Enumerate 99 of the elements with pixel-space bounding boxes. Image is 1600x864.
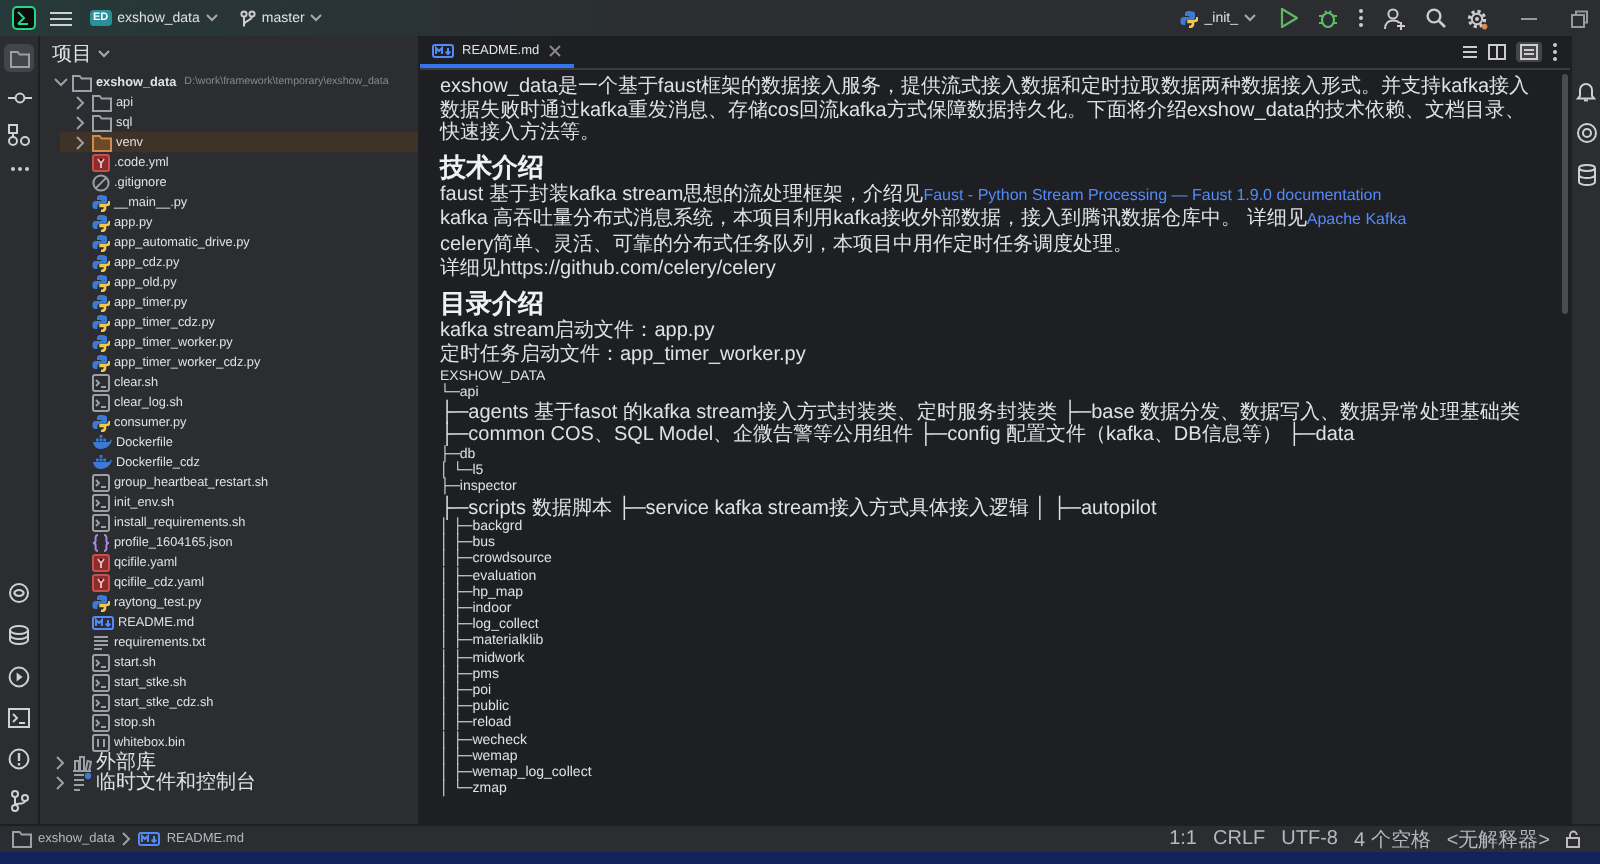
- shell-file-icon: [92, 693, 110, 711]
- expand-icon[interactable]: [54, 755, 66, 769]
- layers-icon[interactable]: [8, 624, 30, 646]
- menu-icon[interactable]: [50, 9, 72, 27]
- link[interactable]: Faust - Python Stream Processing — Faust 1.9.0 documentation: [923, 185, 1382, 203]
- python-file-icon: [92, 313, 110, 331]
- shell-file-icon: [92, 653, 110, 671]
- docker-file-icon: [92, 434, 112, 450]
- interpreter-setting[interactable]: <无解释器>: [1446, 825, 1550, 853]
- tree-line: ├─scripts 数据脚本 ├─service kafka stream接入方式具体接入逻辑 │ ├─autopilot: [440, 497, 1159, 520]
- library-icon: [72, 753, 92, 771]
- file-name[interactable]: 临时文件和控制台: [96, 768, 256, 796]
- debug-icon[interactable]: [1318, 8, 1338, 28]
- caret-icon: [205, 14, 218, 22]
- paragraph: faust 基于封装kafka stream思想的流处理框架，介绍见Faust - Python Stream Processing — Faust 1.9.0 documentation: [440, 183, 1384, 206]
- python-file-icon: [92, 293, 110, 311]
- yaml-file-icon: [92, 573, 110, 591]
- preview-icon: [1520, 44, 1538, 60]
- collapse-icon[interactable]: [53, 76, 67, 88]
- python-file-icon: [92, 273, 110, 291]
- close-icon[interactable]: [547, 43, 562, 57]
- markdown-file-icon: [92, 615, 114, 629]
- python-file-icon: [92, 353, 110, 371]
- lock-icon[interactable]: [1566, 830, 1584, 848]
- split-view-icon[interactable]: [1488, 44, 1506, 60]
- folder-icon: [9, 49, 29, 67]
- markdown-file-icon: [432, 43, 454, 57]
- shell-file-icon: [92, 393, 110, 411]
- paragraph: 详细见https://github.com/celery/celery: [440, 258, 778, 281]
- packages-icon[interactable]: [8, 582, 30, 604]
- expand-icon[interactable]: [74, 95, 86, 109]
- folder-icon: [12, 830, 32, 848]
- python-file-icon: [92, 213, 110, 231]
- commit-icon[interactable]: [7, 92, 31, 104]
- caret-icon: [98, 49, 110, 57]
- python-file-icon: [92, 333, 110, 351]
- shell-file-icon: [92, 513, 110, 531]
- indent-setting[interactable]: 4 个空格: [1353, 825, 1431, 853]
- caret-icon: [310, 14, 323, 22]
- caret-icon: [1244, 14, 1256, 22]
- database-icon[interactable]: [1577, 164, 1595, 186]
- more-icon[interactable]: [9, 166, 29, 172]
- expand-icon[interactable]: [74, 135, 86, 149]
- problems-icon[interactable]: [8, 748, 30, 770]
- git-icon[interactable]: [9, 790, 29, 812]
- shell-file-icon: [92, 373, 110, 391]
- docker-file-icon: [92, 454, 112, 470]
- chevron-icon: [120, 832, 133, 846]
- paragraph: exshow_data是一个基于faust框架的数据接入服务，提供流式接入数据和定时拉取数据两种数据接入形式。并支持kafka接入数据失败时通过kafka重发消息、存储cos回流kafka方式保障数据持久化。下面将介绍exshow_data的技术依赖、文档目录、快速接入方法等。: [440, 76, 1532, 145]
- project-tool-button[interactable]: [4, 44, 34, 72]
- python-file-icon: [92, 233, 110, 251]
- json-file-icon: [92, 533, 110, 551]
- run-icon[interactable]: [1280, 8, 1298, 28]
- paragraph: celery简单、灵活、可靠的分布式任务队列，本项目中用作定时任务调度处理。: [440, 233, 1136, 256]
- add-user-icon[interactable]: [1384, 7, 1406, 29]
- notification-icon[interactable]: [1576, 80, 1596, 102]
- shell-file-icon: [92, 493, 110, 511]
- expand-icon[interactable]: [54, 775, 66, 789]
- shell-file-icon: [92, 673, 110, 691]
- heading: 技术介绍: [440, 151, 546, 181]
- structure-icon[interactable]: [8, 124, 30, 146]
- restore-icon[interactable]: [1570, 9, 1588, 27]
- link[interactable]: Apache Kafka: [1306, 210, 1407, 228]
- shell-file-icon: [92, 713, 110, 731]
- terminal-icon[interactable]: [8, 708, 30, 728]
- run-icon[interactable]: [8, 666, 30, 688]
- cursor-position[interactable]: 1:1: [1169, 828, 1197, 850]
- paragraph: kafka stream启动文件：app.py: [440, 319, 717, 342]
- python-icon: [1180, 9, 1199, 27]
- editor-only-icon[interactable]: [1462, 44, 1478, 60]
- scrollbar-thumb[interactable]: [1561, 74, 1567, 314]
- settings-icon[interactable]: [1466, 7, 1488, 29]
- branch-icon: [239, 9, 256, 27]
- expand-icon[interactable]: [74, 115, 86, 129]
- scratch-icon: [72, 772, 92, 792]
- python-file-icon: [92, 413, 110, 431]
- heading: 目录介绍: [440, 287, 546, 317]
- more-icon[interactable]: [1552, 42, 1558, 62]
- markdown-file-icon: [138, 832, 161, 846]
- paragraph: 定时任务启动文件：app_timer_worker.py: [440, 344, 808, 367]
- python-file-icon: [92, 193, 110, 211]
- search-icon[interactable]: [1426, 8, 1446, 28]
- panel-title-dropdown[interactable]: 项目: [48, 39, 114, 67]
- yaml-file-icon: [92, 153, 110, 171]
- tree-line: ├─agents 基于fasot 的kafka stream接入方式封装类、定时服务封装类 ├─base 数据分发、数据写入、数据异常处理基础类 ├─common COS、SQL Model、企微告警等公用组件 ├─config 配置文件（kafka、DB信息等） ├─data: [440, 401, 1523, 447]
- line-ending[interactable]: CRLF: [1213, 828, 1266, 850]
- python-file-icon: [92, 593, 110, 611]
- shell-file-icon: [92, 473, 110, 491]
- binary-file-icon: [92, 733, 110, 751]
- preview-toggle[interactable]: [1516, 42, 1542, 62]
- app-logo-icon[interactable]: [12, 6, 36, 30]
- text-file-icon: [92, 633, 110, 651]
- ignore-file-icon: [92, 173, 110, 191]
- more-icon[interactable]: [1358, 8, 1364, 28]
- yaml-file-icon: [92, 553, 110, 571]
- file-encoding[interactable]: UTF-8: [1281, 828, 1338, 850]
- python-file-icon: [92, 253, 110, 271]
- assistant-icon[interactable]: [1575, 122, 1597, 144]
- paragraph: kafka 高吞吐量分布式消息系统，本项目利用kafka接收外部数据，接入到腾讯数据仓库中。 详细见Apache Kafka: [440, 208, 1409, 231]
